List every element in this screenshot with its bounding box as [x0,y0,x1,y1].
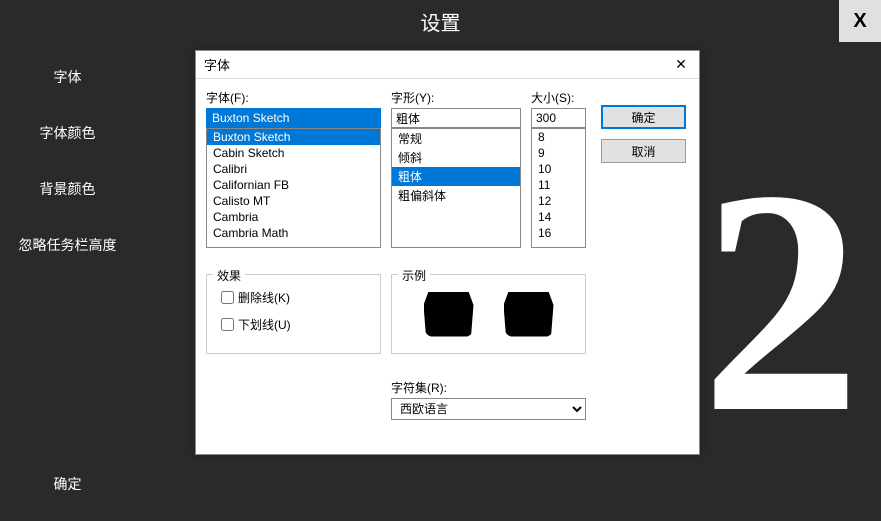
sample-legend: 示例 [398,267,430,284]
sidebar-item-label: 背景颜色 [40,179,96,199]
sidebar: 字体 字体颜色 背景颜色 忽略任务栏高度 [0,50,135,274]
strikeout-checkbox[interactable] [221,291,234,304]
list-item[interactable]: 粗偏斜体 [392,186,520,205]
list-item[interactable]: Buxton Sketch [207,129,380,145]
list-item[interactable]: 14 [532,209,585,225]
background-digit-right: 2 [701,142,861,462]
list-item[interactable]: 16 [532,225,585,241]
list-item[interactable]: Cambria [207,209,380,225]
list-item[interactable]: 11 [532,177,585,193]
dialog-body: 字体(F): Buxton SketchCabin SketchCalibriC… [196,79,699,99]
list-item[interactable]: Calibri [207,161,380,177]
sidebar-item-bg-color[interactable]: 背景颜色 [0,162,135,216]
list-item[interactable]: Cabin Sketch [207,145,380,161]
strikeout-label: 删除线(K) [238,289,290,306]
sample-glyph [504,292,554,337]
sidebar-item-label: 字体颜色 [40,123,96,143]
cancel-button[interactable]: 取消 [601,139,686,163]
font-input[interactable] [206,108,381,128]
size-listbox[interactable]: 891011121416 [531,128,586,248]
style-field-group: 字形(Y): 常规倾斜粗体粗偏斜体 [391,89,521,248]
style-label: 字形(Y): [391,89,521,106]
font-label: 字体(F): [206,89,381,106]
titlebar: 设置 X [0,0,881,42]
effects-legend: 效果 [213,267,245,284]
list-item[interactable]: 粗体 [392,167,520,186]
list-item[interactable]: Cambria Math [207,225,380,241]
list-item[interactable]: 倾斜 [392,148,520,167]
ok-button-label: 确定 [631,109,655,126]
script-select[interactable]: 西欧语言 [391,398,586,420]
underline-checkbox[interactable] [221,318,234,331]
script-label: 字符集(R): [391,379,586,396]
underline-row: 下划线(U) [221,316,372,333]
sidebar-item-label: 忽略任务栏高度 [19,235,117,255]
effects-group: 效果 删除线(K) 下划线(U) [206,274,381,354]
font-dialog: 字体 ✕ 字体(F): Buxton SketchCabin SketchCal… [195,50,700,455]
sidebar-item-font[interactable]: 字体 [0,50,135,104]
list-item[interactable]: 常规 [392,129,520,148]
sample-glyph [424,292,474,337]
script-group: 字符集(R): 西欧语言 [391,379,586,420]
sidebar-ok-button[interactable]: 确定 [0,455,135,513]
style-listbox[interactable]: 常规倾斜粗体粗偏斜体 [391,128,521,248]
sidebar-item-font-color[interactable]: 字体颜色 [0,106,135,160]
dialog-title: 字体 [204,55,230,74]
sidebar-item-ignore-taskbar[interactable]: 忽略任务栏高度 [0,218,135,272]
size-label: 大小(S): [531,89,586,106]
list-item[interactable]: Californian FB [207,177,380,193]
dialog-buttons: 确定 取消 [601,105,686,173]
size-field-group: 大小(S): 891011121416 [531,89,586,248]
cancel-button-label: 取消 [631,143,655,160]
sidebar-item-label: 字体 [54,67,82,87]
list-item[interactable]: 9 [532,145,585,161]
list-item[interactable]: 10 [532,161,585,177]
font-field-group: 字体(F): Buxton SketchCabin SketchCalibriC… [206,89,381,248]
list-item[interactable]: 12 [532,193,585,209]
underline-label: 下划线(U) [238,316,291,333]
style-input[interactable] [391,108,521,128]
dialog-header: 字体 ✕ [196,51,699,79]
sample-group: 示例 [391,274,586,354]
dialog-close-button[interactable]: ✕ [671,55,691,75]
titlebar-title: 设置 [421,7,461,36]
list-item[interactable]: 8 [532,129,585,145]
font-listbox[interactable]: Buxton SketchCabin SketchCalibriCaliforn… [206,128,381,248]
ok-button[interactable]: 确定 [601,105,686,129]
titlebar-close-button[interactable]: X [839,0,881,42]
sidebar-ok-label: 确定 [54,474,82,494]
size-input[interactable] [531,108,586,128]
strikeout-row: 删除线(K) [221,289,372,306]
list-item[interactable]: Calisto MT [207,193,380,209]
